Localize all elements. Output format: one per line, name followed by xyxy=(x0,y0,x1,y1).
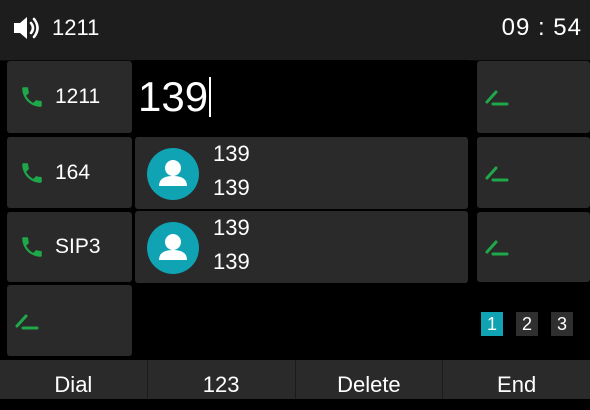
line-key-empty[interactable] xyxy=(7,285,132,356)
softkey-bar: Dial 123 Delete End xyxy=(0,360,590,399)
contact-avatar-icon xyxy=(147,148,199,200)
pen-icon xyxy=(485,240,509,256)
line-key-label: 164 xyxy=(55,160,91,184)
contact-number: 139 xyxy=(213,175,250,200)
phone-icon xyxy=(22,162,42,183)
page-1-button[interactable]: 1 xyxy=(481,312,503,336)
contact-avatar-icon xyxy=(147,222,199,274)
search-result-item[interactable]: 139 139 xyxy=(135,137,468,209)
contact-name: 139 xyxy=(213,141,250,166)
status-bar: 1211 09 : 54 xyxy=(0,0,590,61)
line-key-label: 1211 xyxy=(55,85,101,108)
phone-screen: 1211 09 : 54 1211 164 SIP3 139 139 139 1… xyxy=(0,0,590,399)
line-key-right-3[interactable] xyxy=(477,212,590,282)
pen-icon xyxy=(15,314,39,329)
line-key-sip3[interactable]: SIP3 xyxy=(7,212,132,282)
line-key-1211[interactable]: 1211 xyxy=(7,61,132,133)
pen-icon xyxy=(485,90,509,106)
line-key-label: SIP3 xyxy=(55,235,101,258)
page-3-button[interactable]: 3 xyxy=(551,312,573,336)
speaker-icon xyxy=(14,17,39,39)
dial-input[interactable]: 139 xyxy=(134,60,469,133)
dial-softkey[interactable]: Dial xyxy=(0,360,147,399)
input-mode-softkey[interactable]: 123 xyxy=(146,360,295,399)
page-2-button[interactable]: 2 xyxy=(516,312,538,336)
phone-icon xyxy=(22,87,42,107)
clock: 09 : 54 xyxy=(501,14,582,41)
delete-softkey[interactable]: Delete xyxy=(294,360,443,399)
search-result-item[interactable]: 139 139 xyxy=(135,211,468,283)
page-indicator: 1 2 3 xyxy=(481,312,573,336)
account-extension: 1211 xyxy=(52,15,100,40)
contact-name: 139 xyxy=(213,215,250,240)
end-softkey[interactable]: End xyxy=(442,360,590,399)
dial-input-value: 139 xyxy=(138,72,209,120)
line-key-164[interactable]: 164 xyxy=(7,137,132,208)
line-key-right-2[interactable] xyxy=(477,137,590,208)
line-key-right-1[interactable] xyxy=(477,61,590,133)
phone-icon xyxy=(22,237,42,257)
contact-number: 139 xyxy=(213,249,250,274)
pen-icon xyxy=(485,166,509,181)
text-caret xyxy=(209,76,212,117)
